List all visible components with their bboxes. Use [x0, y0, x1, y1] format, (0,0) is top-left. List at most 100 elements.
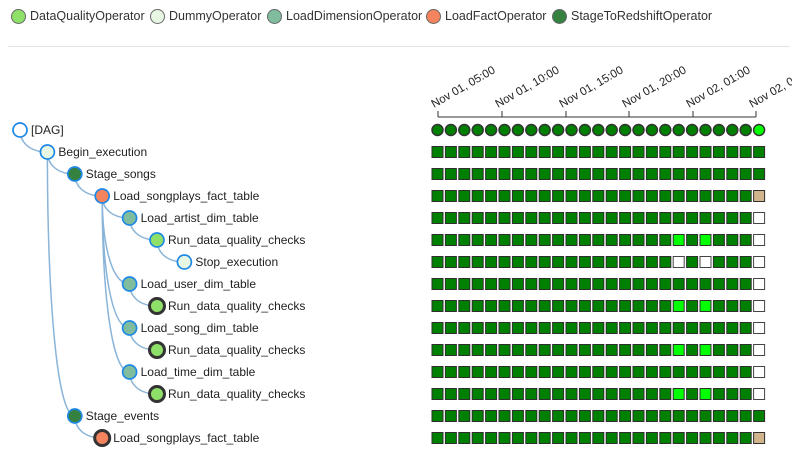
task-instance-square[interactable] [485, 388, 498, 400]
task-instance-square[interactable] [485, 146, 498, 158]
task-instance-square[interactable] [525, 344, 538, 356]
task-instance-square[interactable] [686, 432, 699, 444]
task-instance-square[interactable] [525, 212, 538, 224]
task-instance-square[interactable] [699, 410, 712, 422]
task-instance-square[interactable] [726, 168, 739, 180]
task-instance-square[interactable] [511, 212, 524, 224]
task-instance-square[interactable] [458, 190, 471, 202]
task-instance-square[interactable] [538, 344, 551, 356]
task-instance-square[interactable] [605, 410, 618, 422]
task-instance-square[interactable] [659, 234, 672, 246]
task-instance-square[interactable] [538, 168, 551, 180]
task-instance-square[interactable] [659, 410, 672, 422]
task-instance-square[interactable] [485, 168, 498, 180]
task-instance-square[interactable] [471, 410, 484, 422]
task-instance-square[interactable] [578, 146, 591, 158]
dag-run-circle[interactable] [538, 123, 551, 137]
task-instance-square[interactable] [511, 322, 524, 334]
task-instance-square[interactable] [605, 168, 618, 180]
task-instance-square[interactable] [471, 344, 484, 356]
task-instance-square[interactable] [592, 410, 605, 422]
task-instance-square[interactable] [525, 432, 538, 444]
task-instance-square[interactable] [686, 278, 699, 290]
task-instance-square[interactable] [444, 234, 457, 246]
dag-run-circle[interactable] [605, 123, 618, 137]
task-instance-square[interactable] [565, 344, 578, 356]
dag-run-circle[interactable] [484, 123, 498, 137]
task-instance-square[interactable] [645, 432, 658, 444]
task-instance-square[interactable] [511, 256, 524, 268]
task-instance-square[interactable] [632, 344, 645, 356]
dag-run-circle[interactable] [525, 123, 538, 137]
task-instance-square[interactable] [619, 344, 632, 356]
task-instance-square[interactable] [458, 388, 471, 400]
task-instance-square[interactable] [498, 168, 511, 180]
task-instance-square[interactable] [619, 278, 632, 290]
task-instance-square[interactable] [739, 234, 752, 246]
task-instance-square[interactable] [458, 366, 471, 378]
task-instance-square[interactable] [632, 234, 645, 246]
task-instance-square[interactable] [485, 366, 498, 378]
task-instance-square[interactable] [525, 322, 538, 334]
task-instance-square[interactable] [632, 432, 645, 444]
task-instance-square[interactable] [431, 388, 444, 400]
dag-run-circle[interactable] [551, 123, 565, 137]
task-instance-square[interactable] [699, 234, 712, 246]
task-instance-square[interactable] [712, 212, 725, 224]
task-instance-square[interactable] [485, 322, 498, 334]
task-instance-square[interactable] [565, 234, 578, 246]
task-instance-square[interactable] [619, 322, 632, 334]
dag-run-circle[interactable] [511, 123, 525, 137]
task-instance-square[interactable] [699, 344, 712, 356]
task-instance-square[interactable] [753, 146, 766, 158]
task-instance-square[interactable] [471, 168, 484, 180]
task-instance-square[interactable] [538, 322, 551, 334]
task-instance-square[interactable] [444, 256, 457, 268]
dag-run-circle[interactable] [592, 123, 605, 137]
task-instance-square[interactable] [726, 146, 739, 158]
task-instance-square[interactable] [739, 278, 752, 290]
task-instance-square[interactable] [672, 366, 685, 378]
task-instance-square[interactable] [712, 146, 725, 158]
task-instance-square[interactable] [632, 278, 645, 290]
task-instance-square[interactable] [712, 322, 725, 334]
task-instance-square[interactable] [753, 322, 766, 334]
task-instance-square[interactable] [699, 322, 712, 334]
task-instance-square[interactable] [592, 322, 605, 334]
task-instance-square[interactable] [578, 366, 591, 378]
task-instance-square[interactable] [672, 432, 685, 444]
task-instance-square[interactable] [632, 388, 645, 400]
task-instance-square[interactable] [739, 146, 752, 158]
task-instance-square[interactable] [552, 168, 565, 180]
task-instance-square[interactable] [712, 344, 725, 356]
task-instance-square[interactable] [578, 256, 591, 268]
task-instance-square[interactable] [485, 278, 498, 290]
task-instance-square[interactable] [605, 344, 618, 356]
task-instance-square[interactable] [672, 344, 685, 356]
dag-run-circle[interactable] [699, 123, 712, 137]
task-instance-square[interactable] [525, 190, 538, 202]
task-instance-square[interactable] [645, 300, 658, 312]
task-instance-square[interactable] [686, 168, 699, 180]
task-instance-square[interactable] [632, 256, 645, 268]
task-instance-square[interactable] [444, 278, 457, 290]
task-instance-square[interactable] [592, 300, 605, 312]
task-instance-square[interactable] [739, 432, 752, 444]
dag-run-circle[interactable] [431, 123, 444, 137]
task-instance-square[interactable] [645, 146, 658, 158]
task-instance-square[interactable] [498, 300, 511, 312]
task-instance-square[interactable] [485, 212, 498, 224]
task-instance-square[interactable] [659, 146, 672, 158]
task-instance-square[interactable] [565, 410, 578, 422]
task-instance-square[interactable] [525, 168, 538, 180]
task-instance-square[interactable] [592, 344, 605, 356]
task-instance-square[interactable] [485, 432, 498, 444]
task-instance-square[interactable] [699, 212, 712, 224]
task-instance-square[interactable] [565, 322, 578, 334]
task-instance-square[interactable] [552, 322, 565, 334]
task-instance-square[interactable] [458, 410, 471, 422]
task-instance-square[interactable] [726, 300, 739, 312]
task-instance-square[interactable] [686, 300, 699, 312]
task-instance-square[interactable] [605, 234, 618, 246]
task-instance-square[interactable] [699, 432, 712, 444]
